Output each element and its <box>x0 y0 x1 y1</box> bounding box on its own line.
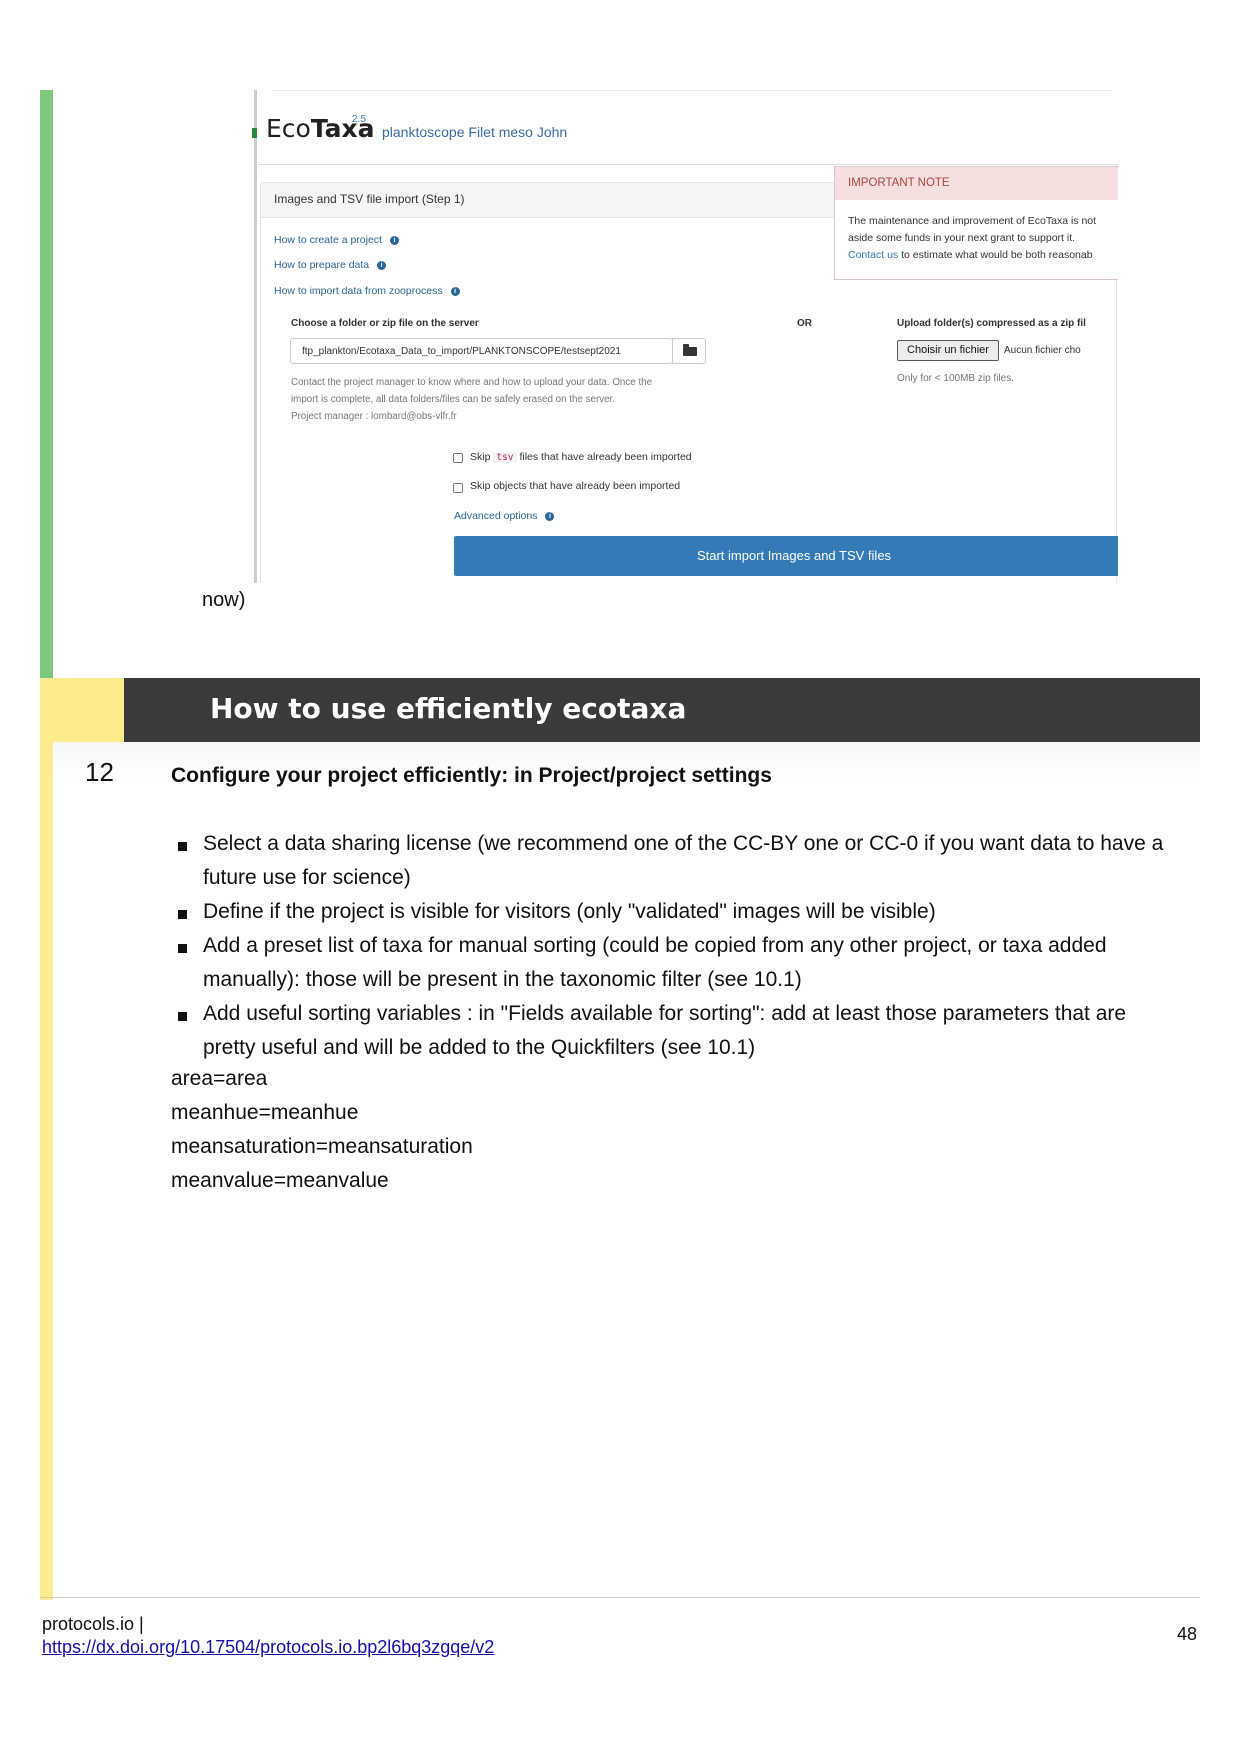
important-note-line-3: Contact us to estimate what would be bot… <box>848 247 1118 264</box>
skip-tsv-checkbox[interactable] <box>453 453 463 463</box>
list-item: Define if the project is visible for vis… <box>170 895 1170 929</box>
skip-objects-checkbox[interactable] <box>453 483 463 493</box>
help-link-label: How to prepare data <box>274 259 370 271</box>
screenshot-top-border <box>272 90 1112 91</box>
server-help-text: Contact the project manager to know wher… <box>291 374 701 425</box>
help-link-label: How to import data from zooprocess <box>274 285 443 297</box>
step-color-bar-green <box>40 90 53 678</box>
skip-tsv-label: Skip tsv files that have already been im… <box>470 451 692 463</box>
footer-doi-link[interactable]: https://dx.doi.org/10.17504/protocols.io… <box>42 1637 494 1658</box>
step-color-bar-yellow <box>40 678 53 1600</box>
info-icon: i <box>545 512 555 521</box>
logo-accent <box>252 128 257 138</box>
important-note-line-3-rest: to estimate what would be both reasonab <box>898 249 1093 261</box>
info-icon: i <box>377 261 387 270</box>
ecotaxa-import-screenshot: EcoTaxa 2.5 planktoscope Filet meso John… <box>252 90 1118 583</box>
no-file-chosen-text: Aucun fichier cho <box>1004 345 1081 356</box>
section-color-tab <box>40 678 124 742</box>
list-item: Add a preset list of taxa for manual sor… <box>170 929 1170 997</box>
list-item: Add useful sorting variables : in "Field… <box>170 997 1170 1065</box>
param-line: meanhue=meanhue <box>171 1101 359 1124</box>
folder-open-icon <box>683 344 697 356</box>
help-link-import-zooprocess[interactable]: How to import data from zooprocess i <box>274 285 460 297</box>
server-help-line-2: import is complete, all data folders/fil… <box>291 394 616 405</box>
important-note-line-1: The maintenance and improvement of EcoTa… <box>848 215 1097 227</box>
bullet-square-icon <box>178 910 187 919</box>
upload-size-help: Only for < 100MB zip files. <box>897 373 1014 384</box>
logo-version: 2.5 <box>352 114 366 125</box>
screenshot-left-border <box>254 90 257 583</box>
skip-tsv-label-start: Skip <box>470 451 491 463</box>
section-title: How to use efficiently ecotaxa <box>210 692 687 725</box>
help-link-create-project[interactable]: How to create a project i <box>274 234 399 246</box>
skip-tsv-label-end: files that have already been imported <box>519 451 692 463</box>
page-number: 48 <box>1177 1624 1198 1644</box>
info-icon: i <box>450 287 460 296</box>
important-note-title: IMPORTANT NOTE <box>848 177 950 189</box>
project-title-link[interactable]: planktoscope Filet meso John <box>382 124 567 140</box>
step-title: Configure your project efficiently: in P… <box>171 764 772 787</box>
bullet-square-icon <box>178 842 187 851</box>
logo-eco: Eco <box>266 114 311 143</box>
upload-zip-label: Upload folder(s) compressed as a zip fil <box>897 318 1086 329</box>
list-item-text: Select a data sharing license (we recomm… <box>203 832 1164 889</box>
choose-file-button[interactable]: Choisir un fichier <box>897 340 999 361</box>
start-import-label: Start import Images and TSV files <box>696 548 892 563</box>
help-link-label: How to create a project <box>274 234 382 246</box>
contact-us-link[interactable]: Contact us <box>848 249 898 261</box>
server-path-input[interactable]: ftp_plankton/Ecotaxa_Data_to_import/PLAN… <box>290 338 673 364</box>
advanced-options-link[interactable]: Advanced options i <box>454 510 555 522</box>
server-folder-label: Choose a folder or zip file on the serve… <box>291 318 479 329</box>
server-help-line-1: Contact the project manager to know wher… <box>291 377 653 388</box>
param-line: meansaturation=meansaturation <box>171 1135 473 1158</box>
important-note-body: The maintenance and improvement of EcoTa… <box>848 213 1118 264</box>
step-number: 12 <box>85 757 114 787</box>
tsv-code: tsv <box>493 452 517 463</box>
server-help-line-3: Project manager : lombard@obs-vlfr.fr <box>291 411 457 422</box>
header-divider <box>258 164 1118 165</box>
footer-site-name: protocols.io | <box>42 1614 144 1634</box>
important-note-line-2: aside some funds in your next grant to s… <box>848 232 1076 244</box>
help-link-prepare-data[interactable]: How to prepare data i <box>274 259 387 271</box>
list-item-text: Add a preset list of taxa for manual sor… <box>203 934 1107 991</box>
import-panel-title: Images and TSV file import (Step 1) <box>274 192 465 206</box>
bullet-square-icon <box>178 944 187 953</box>
or-separator: OR <box>797 318 812 329</box>
advanced-options-label: Advanced options <box>454 510 538 522</box>
bullet-square-icon <box>178 1012 187 1021</box>
info-icon: i <box>389 236 399 245</box>
param-line: meanvalue=meanvalue <box>171 1169 389 1192</box>
step-bullet-list: Select a data sharing license (we recomm… <box>170 827 1170 1065</box>
skip-objects-label: Skip objects that have already been impo… <box>470 480 681 492</box>
list-item: Select a data sharing license (we recomm… <box>170 827 1170 895</box>
footer-divider <box>40 1597 1200 1598</box>
list-item-text: Define if the project is visible for vis… <box>203 900 936 923</box>
start-import-button[interactable]: Start import Images and TSV files <box>454 536 1118 576</box>
list-item-text: Add useful sorting variables : in "Field… <box>203 1002 1127 1059</box>
param-line: area=area <box>171 1067 268 1090</box>
continuation-text: now) <box>202 589 246 611</box>
